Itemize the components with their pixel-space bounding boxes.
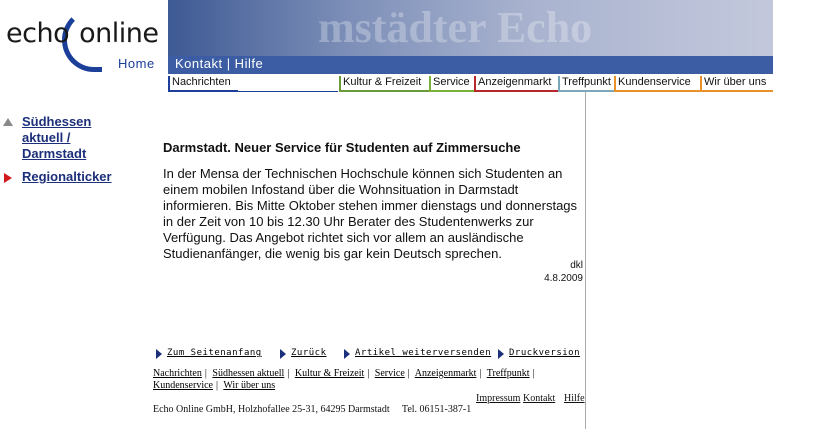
menu-nachrichten[interactable]: Nachrichten [168, 76, 238, 92]
footer-link-treffpunkt[interactable]: Treffpunkt [487, 368, 530, 379]
nav-label-line: Darmstadt [22, 146, 87, 161]
nav-label-line: aktuell / [22, 130, 71, 145]
hilfe-link[interactable]: Hilfe [564, 393, 585, 404]
menu-anzeigenmarkt[interactable]: Anzeigenmarkt [474, 76, 558, 92]
nav-label-line: Südhessen [22, 114, 92, 129]
logo-echo: echo [6, 18, 70, 49]
menu-kundenservice[interactable]: Kundenservice [614, 76, 700, 92]
menu-treffpunkt[interactable]: Treffpunkt [558, 76, 614, 92]
footer-link-kultur[interactable]: Kultur & Freizeit [295, 368, 364, 379]
article-date: 4.8.2009 [544, 273, 583, 284]
footer-link-wir-ueber-uns[interactable]: Wir über uns [223, 380, 275, 391]
footer-link-service[interactable]: Service [375, 368, 405, 379]
header-banner: mstädter Echo [168, 0, 773, 56]
menu-label: Kundenservice [618, 76, 691, 88]
article-title: Darmstadt. Neuer Service für Studenten a… [163, 140, 521, 155]
menu-service[interactable]: Service [429, 76, 474, 92]
home-link[interactable]: Home [118, 56, 155, 71]
menu-label: Wir über uns [704, 76, 767, 88]
action-label: Zurück [291, 348, 327, 358]
nav-suedhessen-aktuell[interactable]: Südhessen aktuell / Darmstadt [22, 114, 91, 162]
menu-label: Nachrichten [172, 76, 231, 88]
footer-link-anzeigenmarkt[interactable]: Anzeigenmarkt [415, 368, 477, 379]
kontakt-hilfe-link[interactable]: Kontakt | Hilfe [175, 56, 263, 71]
banner-newspaper-title: mstädter Echo [318, 3, 593, 52]
footer-link-nachrichten[interactable]: Nachrichten [153, 368, 202, 379]
footer-links: Nachrichten | Südhessen aktuell | Kultur &… [153, 368, 535, 391]
article-body: In der Mensa der Technischen Hochschule … [163, 166, 578, 261]
footer-link-kundenservice[interactable]: Kundenservice [153, 380, 213, 391]
menu-kultur-freizeit[interactable]: Kultur & Freizeit [339, 76, 429, 92]
menu-label: Anzeigenmarkt [478, 76, 552, 88]
kontakt-link[interactable]: Kontakt [523, 393, 555, 404]
action-label: Druckversion [509, 348, 581, 358]
footer-link-suedhessen[interactable]: Südhessen aktuell [212, 368, 284, 379]
site-header: mstädter Echo echo online Home Kontakt | … [0, 0, 773, 74]
menu-label: Service [433, 76, 470, 88]
article-author: dkl [570, 260, 583, 271]
nav-regionalticker[interactable]: Regionalticker [22, 169, 112, 185]
menu-wir-ueber-uns[interactable]: Wir über uns [700, 76, 773, 92]
action-label: Artikel weiterversenden [355, 348, 492, 358]
logo-text: echo online [6, 18, 159, 49]
arrow-right-icon [344, 349, 350, 359]
arrow-right-icon [156, 349, 162, 359]
triangle-up-icon [3, 118, 13, 126]
logo-online: online [79, 18, 159, 49]
arrow-right-icon [4, 173, 12, 183]
company-address: Echo Online GmbH, Holzhofallee 25-31, 64… [153, 404, 472, 415]
arrow-right-icon [498, 349, 504, 359]
content-divider [585, 92, 586, 429]
impressum-link[interactable]: Impressum [476, 393, 520, 404]
menu-label: Treffpunkt [562, 76, 611, 88]
action-label: Zum Seitenanfang [167, 348, 262, 358]
arrow-right-icon [280, 349, 286, 359]
menu-label: Kultur & Freizeit [343, 76, 422, 88]
